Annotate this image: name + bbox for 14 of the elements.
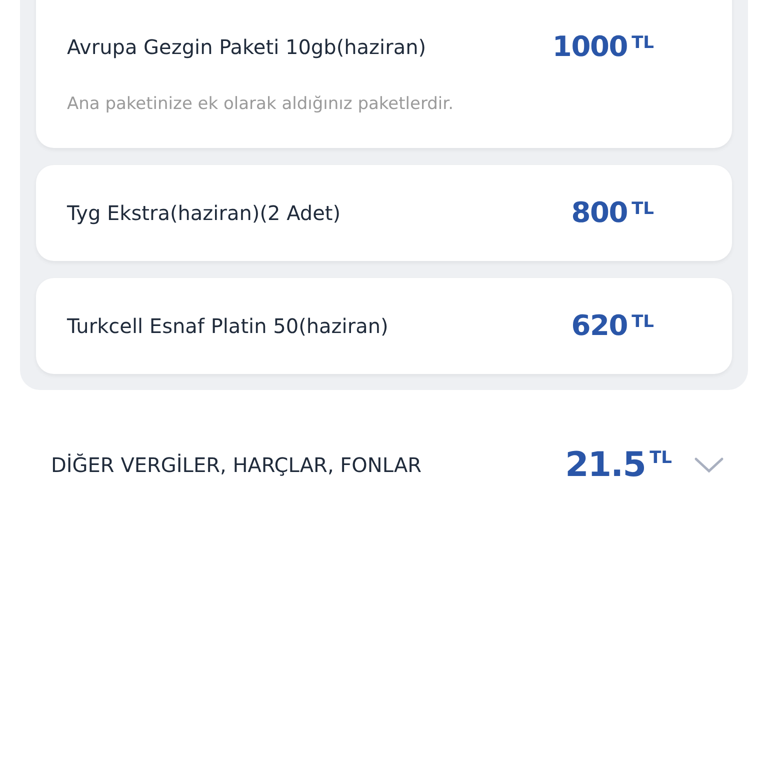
package-name: Avrupa Gezgin Paketi 10gb(haziran): [67, 34, 426, 61]
package-note: Ana paketinize ek olarak aldığınız paketlerdir.: [67, 93, 454, 116]
package-name: Turkcell Esnaf Platin 50(haziran): [67, 312, 388, 340]
price-amount: 1000: [552, 33, 628, 61]
price-amount: 620: [571, 312, 628, 340]
price-amount: 21.5: [565, 448, 646, 482]
currency-label: TL: [650, 450, 672, 466]
currency-label: TL: [632, 35, 654, 52]
chevron-down-icon[interactable]: [694, 456, 724, 474]
package-name: Tyg Ekstra(haziran)(2 Adet): [67, 200, 341, 226]
price-amount: 800: [571, 198, 628, 226]
currency-label: TL: [632, 314, 654, 330]
section-title: DİĞER VERGİLER, HARÇLAR, FONLAR: [51, 452, 422, 478]
currency-label: TL: [632, 200, 654, 218]
